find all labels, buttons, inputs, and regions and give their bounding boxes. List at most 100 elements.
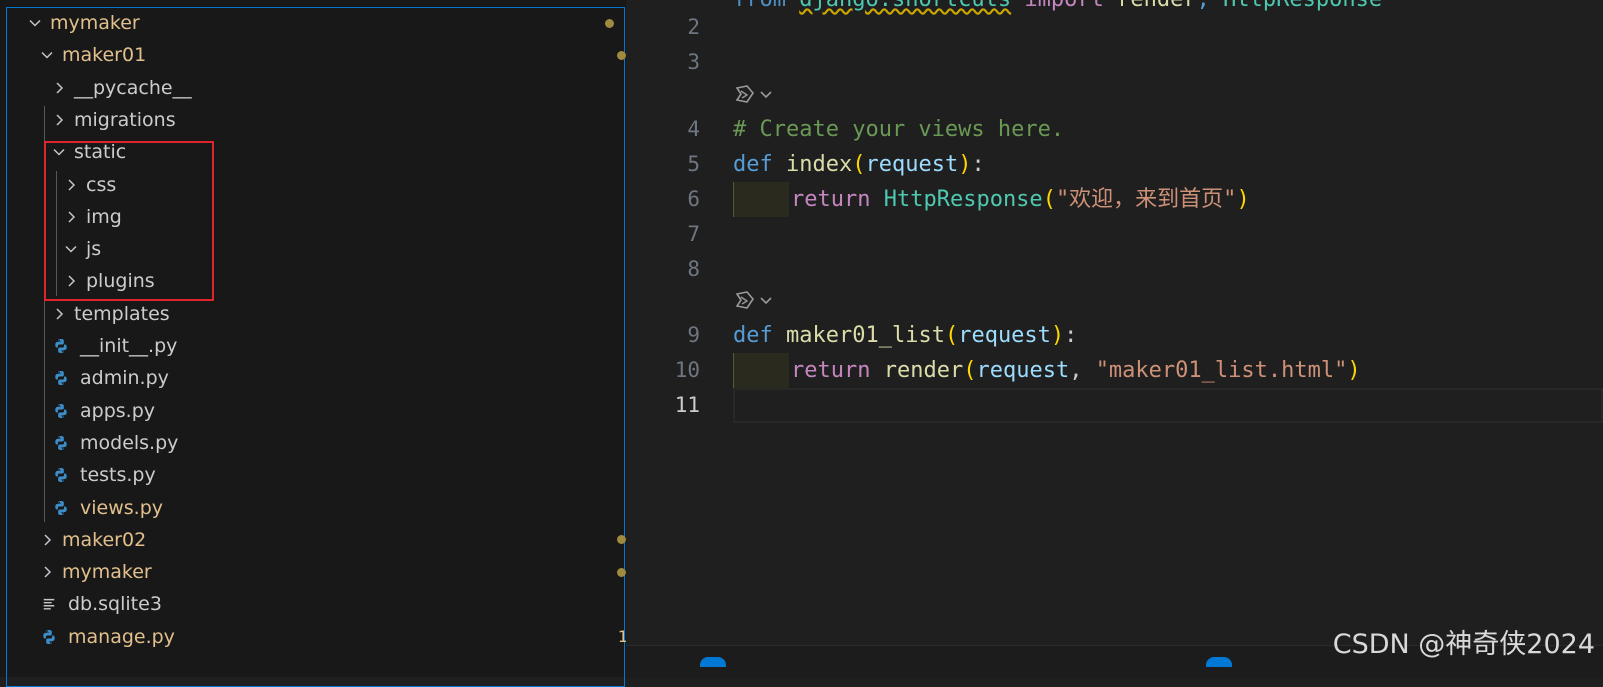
code-lens-icon[interactable] (733, 286, 773, 316)
line-number: 3 (687, 50, 700, 74)
indent-guide (44, 105, 45, 522)
line-number: 2 (687, 15, 700, 39)
tree-item-label: maker01 (62, 44, 147, 67)
python-file-icon (52, 427, 70, 459)
line-number: 5 (687, 152, 700, 176)
code-editor[interactable]: 2 3 4 5 6 7 8 9 10 11 from django.shortcuts impor… (626, 0, 1603, 677)
tree-item-label: manage.py (68, 625, 175, 648)
line-number: 4 (687, 117, 700, 141)
call-name: HttpResponse (883, 187, 1043, 212)
chevron-right-icon[interactable] (64, 169, 78, 201)
line-number: 9 (687, 323, 700, 347)
bracket: ( (1042, 187, 1056, 212)
current-line-highlight[interactable] (733, 388, 1603, 423)
tree-folder-static[interactable]: static (8, 136, 664, 168)
bracket: ) (1236, 187, 1250, 212)
python-file-icon (40, 621, 58, 653)
watermark: CSDN @神奇侠2024 (1332, 629, 1595, 660)
tree-item-label: static (74, 141, 127, 164)
keyword-def: def (733, 152, 773, 177)
chevron-down-icon[interactable] (40, 39, 54, 71)
bracket: ) (1050, 323, 1065, 348)
tree-item-label: __init__.py (80, 335, 178, 357)
code-line-1-partial: from django.shortcuts import render, Htt… (733, 0, 1382, 17)
call-name: render (883, 358, 964, 383)
tree-folder-js[interactable]: js (8, 233, 676, 265)
line-number: 6 (687, 187, 700, 211)
explorer-panel: mymaker maker01 __pycache__ migrations stati… (0, 0, 640, 687)
code-line-4: # Create your views here. (733, 112, 1064, 147)
chevron-down-icon[interactable] (28, 7, 42, 39)
chevron-right-icon[interactable] (52, 72, 66, 104)
comment-text: # Create your views here. (733, 117, 1065, 142)
tree-item-label: js (86, 238, 102, 261)
modified-dot-icon (617, 50, 626, 60)
tree-item-label: models.py (80, 431, 179, 454)
string-literal: "maker01_list.html" (1095, 358, 1348, 383)
chevron-down-icon[interactable] (64, 233, 78, 265)
function-name: maker01_list (786, 323, 945, 348)
chevron-right-icon[interactable] (64, 201, 78, 233)
line-number: 8 (687, 257, 700, 281)
python-file-icon (52, 395, 70, 427)
string-literal: "欢迎，来到首页" (1055, 187, 1237, 212)
parameter: request (958, 323, 1051, 348)
chevron-right-icon[interactable] (64, 265, 78, 297)
tree-folder-img[interactable]: img (8, 201, 676, 233)
tree-file-views-py[interactable]: views.py1 (8, 492, 664, 524)
tree-folder-pycache[interactable]: __pycache__ (8, 72, 664, 104)
line-number: 10 (674, 358, 700, 382)
chevron-right-icon[interactable] (40, 556, 54, 588)
code-line-6: return HttpResponse("欢迎，来到首页") (791, 182, 1250, 217)
indent-guide-highlight (733, 182, 789, 217)
panel-indicator (1206, 657, 1232, 667)
modified-dot-icon (605, 18, 614, 28)
python-file-icon (52, 330, 70, 362)
tree-folder-migrations[interactable]: migrations (8, 104, 664, 136)
tree-folder-mymaker[interactable]: mymaker (8, 556, 652, 588)
chevron-right-icon[interactable] (52, 104, 66, 136)
colon: : (971, 152, 985, 177)
bracket: ( (963, 358, 977, 383)
scroll-shadow (470, 0, 570, 4)
python-file-icon (52, 459, 70, 491)
function-name: index (786, 152, 853, 177)
tree-file-models-py[interactable]: models.py (8, 427, 664, 459)
keyword-return: return (791, 187, 871, 212)
tree-file-admin-py[interactable]: admin.py (8, 362, 664, 394)
tree-item-label: img (86, 205, 122, 228)
tree-folder-mymaker[interactable]: mymaker (8, 7, 640, 39)
python-file-icon (52, 492, 70, 524)
keyword-return: return (791, 358, 871, 383)
tree-folder-maker02[interactable]: maker02 (8, 524, 652, 556)
code-line-5: def index(request): (733, 147, 985, 182)
tree-file-manage-py[interactable]: manage.py 1 (8, 621, 652, 653)
indent-guide (56, 170, 57, 296)
tree-item-label: apps.py (80, 399, 156, 422)
comma: , (1069, 358, 1096, 383)
tree-item-label: __pycache__ (74, 76, 192, 99)
bracket: ( (852, 152, 866, 177)
tree-file-apps-py[interactable]: apps.py (8, 395, 664, 427)
tree-folder-plugins[interactable]: plugins (8, 265, 676, 297)
code-line-9: def maker01_list(request): (733, 318, 1077, 353)
tree-folder-css[interactable]: css (8, 169, 676, 201)
chevron-right-icon[interactable] (52, 298, 66, 330)
tree-item-label: admin.py (80, 367, 169, 390)
code-lens-icon[interactable] (733, 80, 773, 110)
tree-item-label: db.sqlite3 (68, 593, 162, 616)
tree-item-label: maker02 (62, 528, 147, 551)
indent-guide-highlight (733, 353, 789, 388)
tree-item-label: templates (74, 302, 170, 325)
tree-item-label: mymaker (62, 561, 152, 584)
tree-file-db-sqlite3[interactable]: db.sqlite3 (8, 588, 652, 620)
chevron-right-icon[interactable] (40, 524, 54, 556)
python-file-icon (52, 362, 70, 394)
tree-file-init-py[interactable]: __init__.py (8, 330, 664, 362)
tree-file-tests-py[interactable]: tests.py (8, 459, 664, 491)
tree-item-label: tests.py (80, 464, 156, 487)
tree-item-label: mymaker (50, 12, 140, 34)
tree-folder-templates[interactable]: templates (8, 298, 664, 330)
tree-folder-maker01[interactable]: maker01 (8, 39, 652, 71)
chevron-down-icon[interactable] (52, 136, 66, 168)
